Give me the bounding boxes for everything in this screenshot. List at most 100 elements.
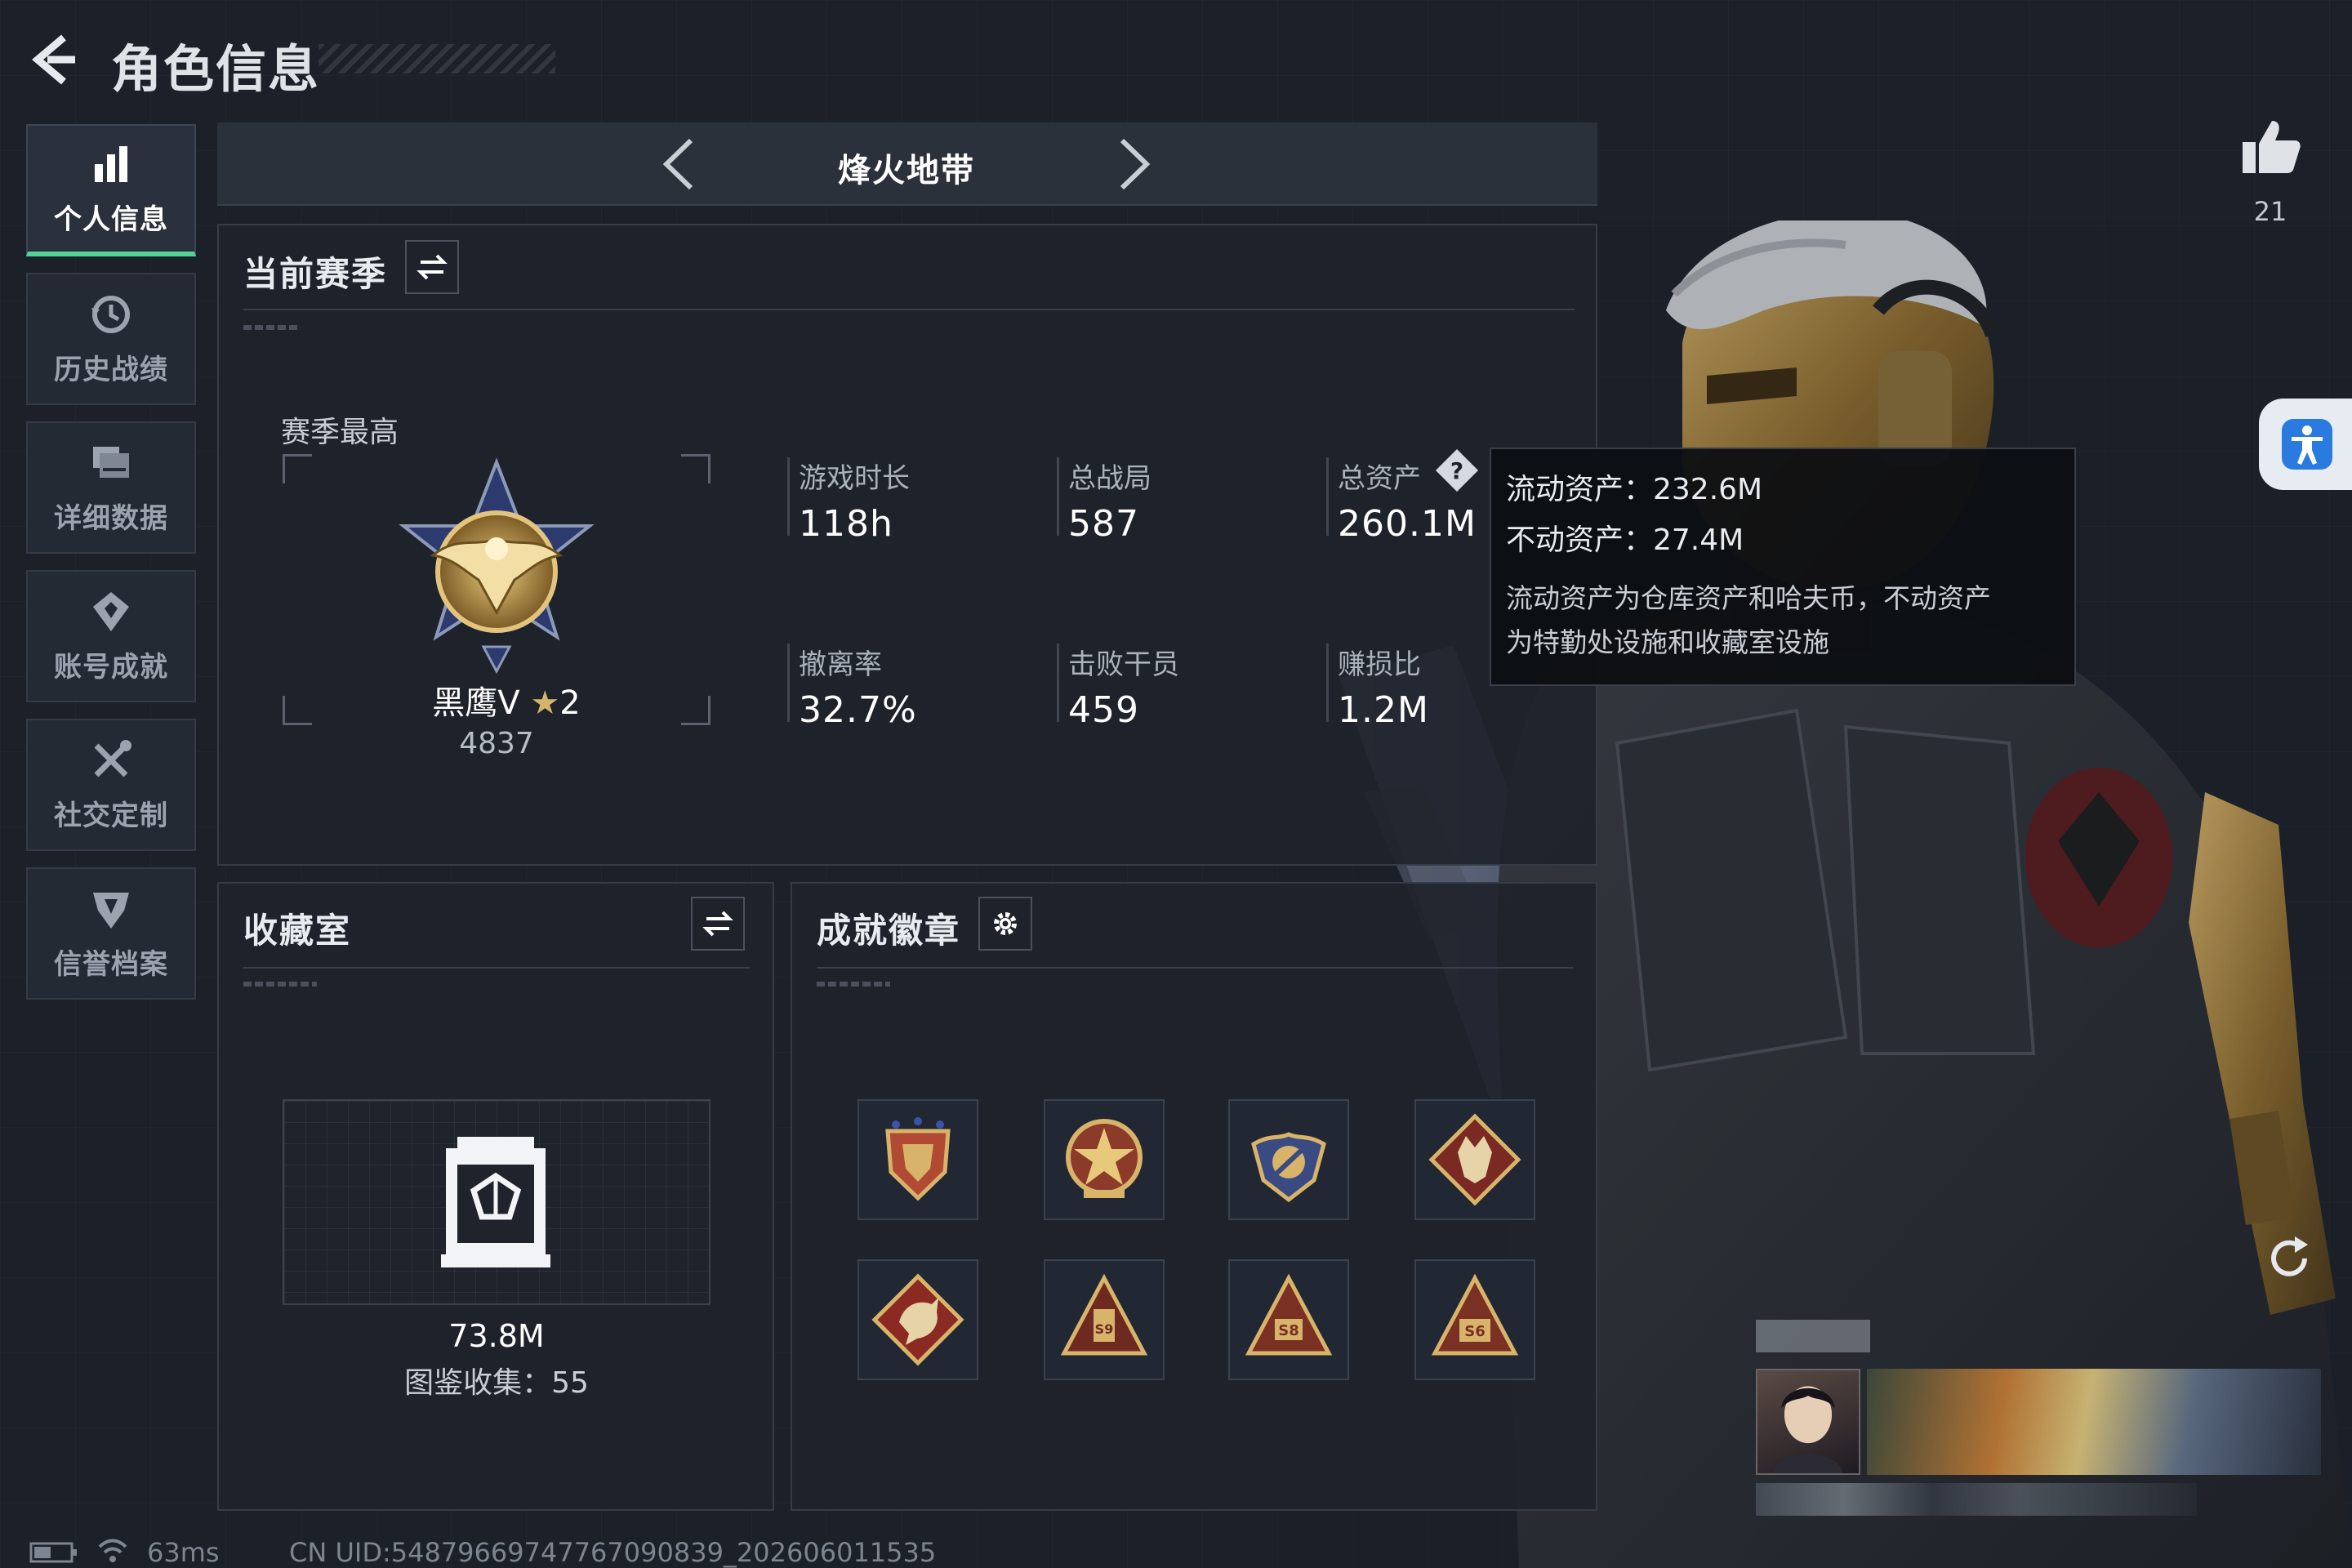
stat-value: 459 <box>1068 689 1139 731</box>
frame-corner <box>681 696 710 725</box>
stat-value: 32.7% <box>799 689 917 731</box>
tooltip-fixed-assets: 不动资产：27.4M <box>1506 523 1744 557</box>
divider-decoration <box>243 982 317 987</box>
achievement-badge[interactable] <box>1044 1099 1165 1220</box>
stat-label: 游戏时长 <box>799 462 910 495</box>
help-icon[interactable]: ? <box>1434 448 1480 493</box>
stat-accent <box>787 644 790 722</box>
collection-panel-title: 收藏室 <box>243 911 352 951</box>
frame-corner <box>283 696 312 725</box>
triangle-badge-icon: S8 <box>1245 1273 1333 1356</box>
season-switch-button[interactable] <box>405 240 459 294</box>
stat-label: 赚损比 <box>1338 648 1421 681</box>
swap-icon <box>416 254 448 280</box>
player-banner-image[interactable] <box>1867 1369 2321 1475</box>
stat-value: 118h <box>799 503 893 545</box>
stat-accent <box>1057 644 1059 722</box>
achievement-badge[interactable] <box>858 1099 978 1220</box>
nav-item-social-custom[interactable]: 社交定制 <box>26 719 196 851</box>
shield-icon <box>93 892 129 929</box>
nav-item-personal-info[interactable]: 个人信息 <box>26 124 196 256</box>
stat-value: 587 <box>1068 503 1139 545</box>
stat-label: 总战局 <box>1068 462 1152 495</box>
frame-corner <box>283 454 312 483</box>
prev-mode-arrow-icon[interactable] <box>658 136 699 193</box>
svg-text:S8: S8 <box>1278 1322 1299 1339</box>
rank-stars: 2 <box>559 684 581 722</box>
shield-crest-badge-icon <box>885 1117 951 1201</box>
rank-points: 4837 <box>459 727 534 760</box>
rank-name: 黑鹰V <box>432 684 520 722</box>
achievements-panel-title: 成就徽章 <box>817 911 961 951</box>
nav-item-history[interactable]: 历史战绩 <box>26 273 196 405</box>
nav-item-label: 信誉档案 <box>54 947 168 981</box>
divider <box>817 967 1573 969</box>
svg-text:?: ? <box>1450 457 1463 484</box>
nav-item-label: 详细数据 <box>54 501 168 535</box>
achievement-icon <box>93 591 129 631</box>
season-best-label: 赛季最高 <box>281 416 399 449</box>
stat-value: 260.1M <box>1338 503 1477 545</box>
history-icon <box>91 295 130 333</box>
achievement-badge[interactable] <box>858 1259 978 1380</box>
collection-codex: 图鉴收集：55 <box>404 1366 589 1400</box>
nav-item-reputation[interactable]: 信誉档案 <box>26 867 196 1000</box>
thumbs-up-icon[interactable] <box>2238 114 2303 180</box>
gear-icon <box>994 912 1017 935</box>
battery-icon <box>29 1542 77 1563</box>
nav-item-label: 个人信息 <box>54 203 168 236</box>
refresh-icon[interactable] <box>2262 1232 2316 1285</box>
rank-name-row: 黑鹰V ★2 <box>408 676 604 724</box>
ping-value: 63ms <box>147 1537 220 1568</box>
season-panel-title: 当前赛季 <box>243 254 388 294</box>
mode-label: 烽火地带 <box>838 152 975 189</box>
nav-item-label: 账号成就 <box>54 650 168 684</box>
star-medal-badge-icon <box>1066 1119 1143 1198</box>
nav-item-detailed-data[interactable]: 详细数据 <box>26 421 196 554</box>
divider-decoration <box>817 982 890 987</box>
page-title: 角色信息 <box>111 39 321 99</box>
divider <box>243 309 1575 310</box>
wings-shield-badge-icon <box>1251 1132 1326 1203</box>
title-decoration <box>318 44 555 74</box>
nav-item-label: 社交定制 <box>54 799 168 832</box>
player-uid: CN UID:5487966974776709083​9_20260601153… <box>289 1537 937 1568</box>
back-arrow-icon[interactable] <box>24 31 82 88</box>
stat-label: 总资产 <box>1338 462 1421 495</box>
achievements-settings-button[interactable] <box>978 897 1032 951</box>
wifi-icon <box>98 1539 127 1562</box>
collection-value: 73.8M <box>448 1318 545 1354</box>
next-mode-arrow-icon[interactable] <box>1114 136 1155 193</box>
stat-accent <box>1057 457 1059 536</box>
achievement-badge[interactable] <box>1414 1099 1535 1220</box>
tower-badge-icon: S9 <box>1060 1273 1148 1356</box>
display-case-icon <box>441 1137 550 1267</box>
bar-chart-icon <box>95 145 127 182</box>
stat-label: 撤离率 <box>799 648 882 681</box>
tooltip-note-line-1: 流动资产为仓库资产和哈夫币，不动资产 <box>1506 582 1991 614</box>
blurred-name-plate <box>1756 1320 1870 1352</box>
player-avatar[interactable] <box>1756 1369 1860 1475</box>
swap-icon <box>702 911 733 937</box>
blurred-info-strip <box>1756 1483 2197 1516</box>
svg-text:S9: S9 <box>1095 1321 1114 1337</box>
stat-value: 1.2M <box>1338 689 1429 731</box>
divider-decoration <box>243 325 301 330</box>
accessibility-icon <box>2282 419 2332 470</box>
stat-accent <box>1326 644 1329 722</box>
nav-item-achievements[interactable]: 账号成就 <box>26 570 196 702</box>
frame-corner <box>681 454 710 483</box>
achievement-badge[interactable]: S8 <box>1228 1259 1349 1380</box>
divider <box>243 967 750 969</box>
avatar-portrait-icon <box>1773 1386 1843 1473</box>
collection-switch-button[interactable] <box>691 897 745 951</box>
accessibility-button[interactable] <box>2259 399 2352 490</box>
svg-text:S6: S6 <box>1464 1323 1486 1340</box>
triangle-badge-icon: S6 <box>1431 1273 1519 1356</box>
achievement-badge[interactable]: S9 <box>1044 1259 1165 1380</box>
nav-item-label: 历史战绩 <box>54 353 168 386</box>
achievement-badge[interactable]: S6 <box>1414 1259 1535 1380</box>
wolf-diamond-badge-icon <box>1428 1113 1521 1206</box>
achievement-badge[interactable] <box>1228 1099 1349 1220</box>
star-icon: ★ <box>530 684 560 722</box>
